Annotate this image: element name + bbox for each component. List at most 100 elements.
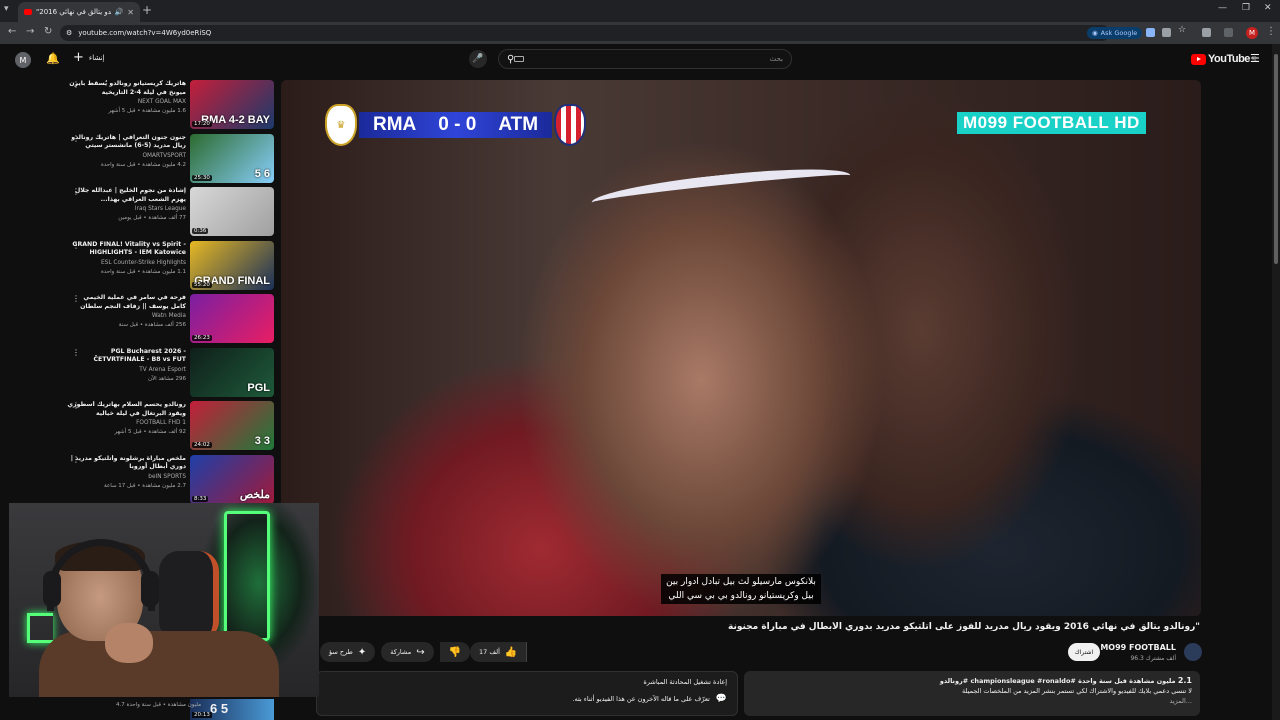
- ask-button[interactable]: طرح سؤ ✦: [320, 642, 376, 662]
- video-frame: [281, 80, 1201, 616]
- recommendation-channel[interactable]: NEXT GOAL MAX: [66, 98, 186, 107]
- bookmark-star-icon[interactable]: ☆: [1178, 25, 1187, 35]
- site-info-icon[interactable]: ⚙: [66, 29, 72, 37]
- video-duration: 0:36: [192, 228, 209, 234]
- more-options-icon[interactable]: ⋮: [72, 187, 80, 196]
- youtube-logo[interactable]: YouTube IQ: [1191, 53, 1257, 65]
- translate-icon[interactable]: [1146, 28, 1155, 37]
- led-shelf: [224, 511, 270, 641]
- recommendation-channel[interactable]: FOOTBALL FHD 1: [66, 419, 186, 428]
- recommendation-channel[interactable]: ESL Counter-Strike Highlights: [66, 259, 186, 268]
- recommendation-title[interactable]: جنون جنون التعرافي | هاتريك رونالدو ريال…: [66, 134, 186, 151]
- recommendation-channel[interactable]: TV Arena Esport: [66, 366, 186, 375]
- away-team: ATM: [498, 114, 539, 135]
- keyboard-icon[interactable]: [514, 56, 525, 62]
- recommendation-title[interactable]: إشادة من نجوم الخليج | عبدالله جلال يهزم…: [66, 187, 186, 204]
- chat-replay-panel[interactable]: إعادة تشغيل المحادثة المباشرة 💬 تعرّف عل…: [316, 671, 738, 716]
- recommendation-thumbnail[interactable]: 26:23: [190, 294, 274, 343]
- new-tab-button[interactable]: +: [142, 3, 152, 17]
- recommendation-views: 77 ألف مشاهدة • قبل يومين: [118, 215, 186, 221]
- cast-icon[interactable]: [1162, 28, 1171, 37]
- recommendation-channel[interactable]: Iraq Stars League: [66, 205, 186, 214]
- recommendation-title[interactable]: GRAND FINAL! Vitality vs Spirit - HIGHLI…: [66, 241, 186, 258]
- voice-search-icon[interactable]: 🎤: [469, 50, 487, 68]
- video-duration: 20:13: [192, 712, 212, 718]
- channel-name[interactable]: MO99 FOOTBALL: [1100, 643, 1176, 652]
- close-tab-icon[interactable]: ✕: [127, 8, 134, 17]
- maximize-icon[interactable]: ❐: [1242, 3, 1250, 13]
- more-options-icon[interactable]: ⋮: [72, 348, 80, 357]
- recommendation-views: 2.7 مليون مشاهدة • قبل 17 ساعة: [104, 482, 186, 489]
- like-button[interactable]: 17 ألف 👍: [470, 642, 528, 662]
- browser-tab-active[interactable]: "رونالدو يتألق في نهائي 2016 🔊 ✕: [18, 2, 140, 22]
- recommendation-item[interactable]: RMA 4-2 BAY 17:20 هاتريك كريستيانو رونال…: [60, 80, 274, 132]
- browser-menu-icon[interactable]: ⋮: [1266, 26, 1276, 37]
- recommendation-item[interactable]: ملخص 8:33 ملخص مباراة برشلونة وأتلتيكو م…: [60, 454, 274, 507]
- search-icon[interactable]: ⚲: [507, 54, 514, 65]
- recommendation-thumbnail[interactable]: PGL: [190, 347, 274, 397]
- recommendation-item[interactable]: 5 6 25:30 جنون جنون التعرافي | هاتريك رو…: [60, 133, 274, 186]
- ask-google-button[interactable]: ◉ Ask Google: [1087, 27, 1143, 39]
- recommendation-item[interactable]: 3 3 24:02 رونالدو يحسم السلام بهاتريك أس…: [60, 401, 274, 453]
- video-duration: 8:33: [192, 495, 209, 502]
- reload-icon[interactable]: ↻: [44, 26, 52, 37]
- forward-icon[interactable]: →: [26, 26, 34, 37]
- recommendation-thumbnail[interactable]: ملخص 8:33: [190, 454, 274, 504]
- subtitle-line-2: بيل وكريستيانو رونالدو بي بي سي اللي: [668, 591, 814, 601]
- notifications-bell-icon[interactable]: 🔔: [46, 52, 60, 65]
- dislike-button[interactable]: 👎: [439, 642, 471, 662]
- more-options-icon[interactable]: ⋮: [72, 80, 80, 89]
- recommendation-thumbnail[interactable]: 3 3 24:02: [190, 401, 274, 450]
- description-line-1: لا تنسى دعمي بلايك للفيديو والاشتراك لكي…: [962, 687, 1192, 695]
- recommendation-item[interactable]: GRAND FINAL 55:20 GRAND FINAL! Vitality …: [60, 240, 274, 293]
- recommendation-title[interactable]: فرحة في سامر في عملية الخيمي كامل يوسف |…: [66, 294, 186, 311]
- video-duration: 55:20: [192, 281, 212, 288]
- search-input[interactable]: ⚲ بحث: [498, 49, 792, 69]
- subscribe-button[interactable]: اشتراك: [1068, 643, 1100, 661]
- account-avatar[interactable]: M: [15, 52, 31, 68]
- scrollbar-thumb[interactable]: [1274, 54, 1278, 264]
- extensions-icon[interactable]: [1202, 28, 1211, 37]
- share-label: مشاركة: [390, 648, 412, 656]
- more-options-icon[interactable]: ⋮: [72, 241, 80, 250]
- recommendation-title[interactable]: ملخص مباراة برشلونة وأتلتيكو مدريد | دور…: [66, 455, 186, 472]
- recommendation-thumbnail[interactable]: RMA 4-2 BAY 17:20: [190, 80, 274, 129]
- video-duration: 17:20: [192, 121, 212, 127]
- recommendation-item[interactable]: 26:23 فرحة في سامر في عملية الخيمي كامل …: [60, 294, 274, 346]
- recommendation-thumbnail[interactable]: GRAND FINAL 55:20: [190, 240, 274, 290]
- create-label: إنشاء: [88, 54, 105, 62]
- browser-profile-avatar[interactable]: M: [1246, 27, 1258, 39]
- recommendation-item[interactable]: 0:36 إشادة من نجوم الخليج | عبدالله جلال…: [60, 187, 274, 239]
- recommendation-channel[interactable]: OMARTVSPORT: [66, 152, 186, 161]
- close-window-icon[interactable]: ✕: [1264, 3, 1272, 13]
- tab-search-icon[interactable]: ▾: [4, 4, 14, 14]
- recommendation-thumbnail[interactable]: 20:13 6 5: [190, 699, 274, 720]
- minimize-icon[interactable]: —: [1218, 3, 1227, 13]
- back-icon[interactable]: ←: [8, 26, 16, 37]
- recommendation-title[interactable]: رونالدو يحسم السلام بهاتريك أسطوري ويقود…: [66, 401, 186, 418]
- video-description[interactable]: 2.1 مليون مشاهدة قبل سنة واحدة #champion…: [744, 671, 1200, 716]
- subtitle-line-1: بلانكوس مارسيلو لث بيل تبادل ادوار بين: [666, 577, 816, 587]
- side-panel-icon[interactable]: [1224, 28, 1233, 37]
- more-options-icon[interactable]: ⋮: [72, 134, 80, 143]
- share-button[interactable]: مشاركة ↪: [381, 642, 434, 662]
- address-bar[interactable]: ⚙ youtube.com/watch?v=4W6yd0eRiSQ: [60, 25, 1110, 41]
- more-options-icon[interactable]: ⋮: [72, 294, 80, 303]
- recommendation-channel[interactable]: Watn Media: [66, 312, 186, 321]
- video-player[interactable]: ♛ RMA 0 - 0 ATM M099 FOOTBALL HD بلانكوس…: [281, 80, 1201, 616]
- view-count: 2.1: [1177, 676, 1192, 685]
- page-scrollbar[interactable]: [1272, 44, 1280, 720]
- recommendation-title[interactable]: هاتريك كريستيانو رونالدو يُسقط بايرن ميو…: [66, 80, 186, 97]
- recommendation-thumbnail[interactable]: 0:36: [190, 187, 274, 236]
- create-button[interactable]: + إنشاء: [73, 51, 105, 64]
- menu-icon[interactable]: ☰: [1250, 52, 1260, 65]
- recommendation-title[interactable]: PGL Bucharest 2026 - ČETVRTFINALE - B8 v…: [66, 348, 186, 365]
- more-options-icon[interactable]: ⋮: [72, 455, 80, 464]
- recommendation-channel[interactable]: beIN SPORTS: [66, 473, 186, 482]
- recommendation-thumbnail[interactable]: 5 6 25:30: [190, 133, 274, 183]
- channel-avatar[interactable]: [1184, 643, 1202, 661]
- recommendation-item[interactable]: PGL PGL Bucharest 2026 - ČETVRTFINALE - …: [60, 347, 274, 400]
- show-more-link[interactable]: ...المزيد: [752, 696, 1192, 706]
- recommendation-views: 1.1 مليون مشاهدة • قبل سنة واحدة: [100, 268, 186, 275]
- more-options-icon[interactable]: ⋮: [72, 401, 80, 410]
